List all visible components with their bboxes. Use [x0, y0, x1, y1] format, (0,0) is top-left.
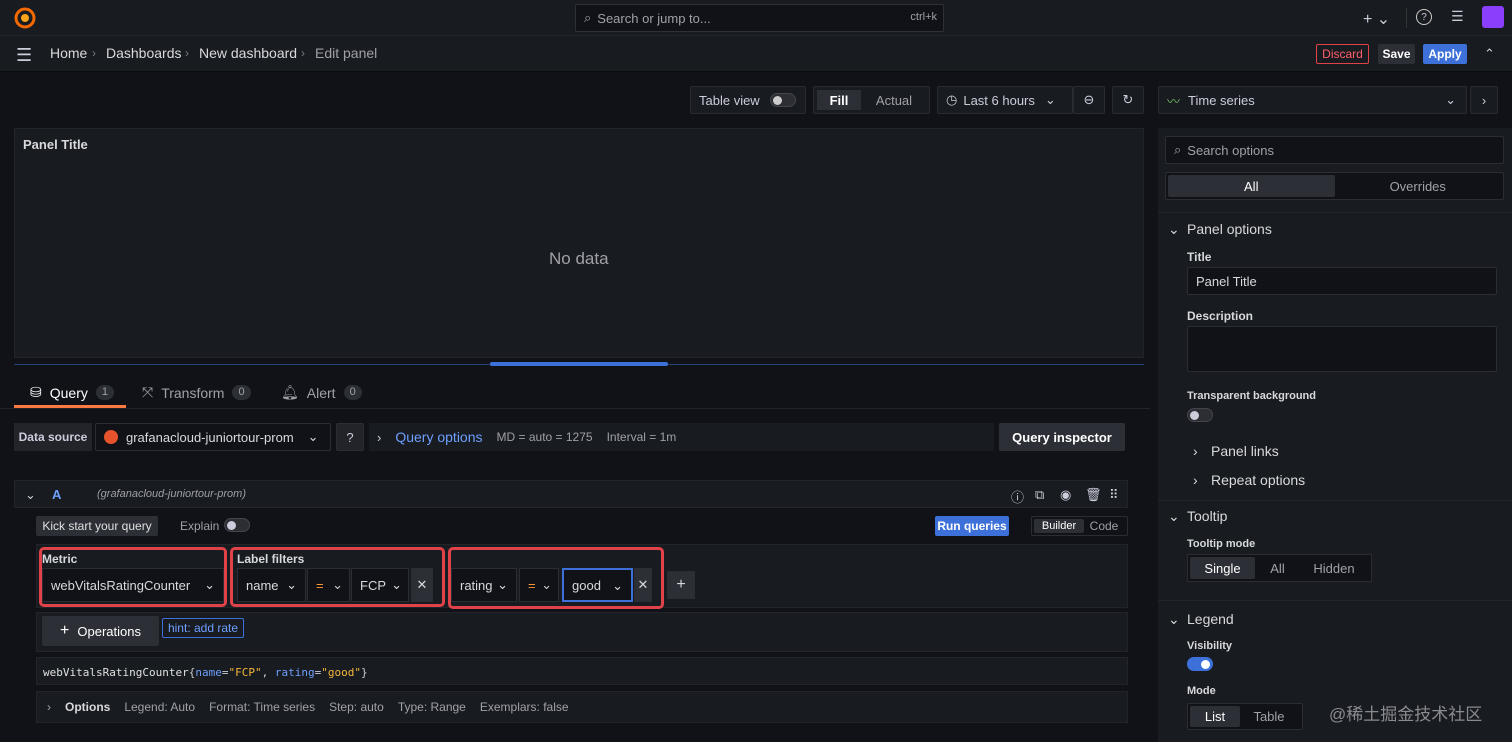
code-option[interactable]: Code: [1084, 519, 1124, 533]
tooltip-header[interactable]: Tooltip: [1187, 508, 1227, 524]
duplicate-icon[interactable]: ⧉: [1035, 487, 1044, 503]
breadcrumb-edit-panel: Edit panel: [315, 45, 378, 61]
datasource-help-icon[interactable]: ?: [336, 423, 364, 451]
clock-icon: ◷: [946, 92, 958, 107]
panel-preview: Panel Title No data: [14, 128, 1144, 358]
datasource-select[interactable]: grafanacloud-juniortour-prom ⌄: [95, 423, 331, 451]
chevron-down-icon[interactable]: ⌄: [25, 487, 36, 503]
single-option[interactable]: Single: [1190, 557, 1255, 579]
zoom-out-icon[interactable]: ⊖: [1073, 86, 1105, 114]
news-icon[interactable]: ☰: [1451, 8, 1464, 25]
search-options-input[interactable]: ⌕ Search options: [1165, 136, 1504, 164]
menu-icon[interactable]: ☰: [16, 45, 32, 66]
breadcrumb-home[interactable]: Home: [50, 45, 87, 61]
time-range-picker[interactable]: ◷ Last 6 hours ⌄: [937, 86, 1073, 114]
transform-icon: ⤧: [142, 384, 154, 400]
table-option[interactable]: Table: [1240, 706, 1298, 727]
query-options-bar[interactable]: › Query options MD = auto = 1275 Interva…: [369, 423, 994, 451]
chevron-down-icon: ⌄: [1445, 92, 1456, 107]
chevron-right-icon: ›: [377, 429, 382, 445]
plus-icon: +: [60, 622, 70, 639]
database-icon: ⛁: [30, 384, 42, 400]
overrides-option[interactable]: Overrides: [1335, 175, 1502, 197]
hint-button[interactable]: hint: add rate: [162, 618, 244, 638]
chevron-down-icon: ⌄: [1168, 611, 1180, 627]
eye-icon[interactable]: ◉: [1060, 487, 1071, 503]
legend-header[interactable]: Legend: [1187, 611, 1234, 627]
description-textarea[interactable]: [1187, 326, 1497, 372]
legend-mode-toggle: List Table: [1187, 703, 1303, 730]
trash-icon[interactable]: 🗑︎: [1085, 487, 1102, 503]
panel-links-header[interactable]: Panel links: [1211, 443, 1279, 459]
explain-toggle[interactable]: [224, 518, 250, 532]
chevron-right-icon: ›: [47, 700, 51, 714]
apply-button[interactable]: Apply: [1423, 44, 1467, 64]
datasource-label: Data source: [14, 423, 92, 451]
all-option[interactable]: All: [1168, 175, 1335, 197]
prometheus-icon: [104, 430, 118, 444]
panel-options-header[interactable]: Panel options: [1187, 221, 1272, 237]
query-options-label[interactable]: Query options: [395, 429, 482, 445]
bell-icon: 🔔︎: [281, 384, 299, 400]
chevron-right-icon[interactable]: ›: [1470, 86, 1498, 114]
fill-actual-toggle: Fill Actual: [813, 86, 930, 114]
breadcrumb-new-dashboard[interactable]: New dashboard: [199, 45, 297, 61]
run-queries-button[interactable]: Run queries: [935, 516, 1009, 536]
no-data-message: No data: [549, 249, 609, 268]
query-inspector-button[interactable]: Query inspector: [999, 423, 1125, 451]
grafana-logo-icon[interactable]: [14, 7, 36, 32]
top-bar: ⌕ Search or jump to... ctrl+k + ⌄ ? ☰: [0, 0, 1512, 36]
help-icon[interactable]: ?: [1416, 9, 1432, 25]
drag-handle-icon[interactable]: ⠿: [1109, 487, 1119, 503]
save-button[interactable]: Save: [1378, 44, 1415, 64]
title-input[interactable]: Panel Title: [1187, 267, 1497, 295]
search-input[interactable]: ⌕ Search or jump to... ctrl+k: [575, 4, 944, 32]
avatar[interactable]: [1482, 6, 1504, 28]
add-filter-icon[interactable]: +: [667, 571, 695, 599]
panel-title: Panel Title: [23, 137, 88, 152]
chevron-right-icon: ›: [1193, 472, 1198, 488]
fill-option[interactable]: Fill: [817, 90, 861, 110]
kickstart-button[interactable]: Kick start your query: [36, 516, 158, 536]
actual-option[interactable]: Actual: [865, 93, 923, 108]
builder-code-toggle: Builder Code: [1031, 516, 1128, 536]
builder-option[interactable]: Builder: [1034, 519, 1084, 533]
chevron-down-icon: ⌄: [1044, 92, 1056, 107]
tab-transform[interactable]: ⤧ Transform 0: [142, 384, 251, 401]
query-row-header: ⌄ A (grafanacloud-juniortour-prom) ⓘ ⧉ ◉…: [14, 480, 1128, 508]
watermark: @稀土掘金技术社区: [1329, 705, 1483, 724]
chevron-down-icon: ⌄: [307, 429, 319, 444]
table-view-toggle[interactable]: Table view: [690, 86, 806, 114]
search-shortcut: ctrl+k: [910, 11, 937, 23]
operations-button[interactable]: + Operations: [42, 616, 159, 646]
time-series-icon: 〰: [1167, 93, 1181, 109]
tooltip-mode-toggle: Single All Hidden: [1187, 554, 1372, 582]
query-options-row[interactable]: › Options Legend: Auto Format: Time serie…: [36, 691, 1128, 723]
refresh-icon[interactable]: ↻: [1112, 86, 1144, 114]
visualization-picker[interactable]: 〰 Time series ⌄: [1158, 86, 1467, 114]
breadcrumb-dashboards[interactable]: Dashboards: [106, 45, 182, 61]
all-option[interactable]: All: [1255, 557, 1300, 579]
add-icon[interactable]: + ⌄: [1363, 9, 1390, 29]
tab-alert[interactable]: 🔔︎ Alert 0: [281, 384, 362, 401]
chevron-up-icon[interactable]: ⌃: [1484, 46, 1495, 62]
chevron-down-icon: ⌄: [1168, 508, 1180, 524]
all-overrides-toggle: All Overrides: [1165, 172, 1504, 200]
help-icon[interactable]: ⓘ: [1011, 487, 1024, 506]
legend-visibility-toggle[interactable]: [1187, 657, 1213, 671]
promql-preview: webVitalsRatingCounter{name="FCP", ratin…: [36, 657, 1128, 685]
tab-query[interactable]: ⛁ Query 1: [30, 384, 114, 401]
hidden-option[interactable]: Hidden: [1300, 557, 1368, 579]
search-icon: ⌕: [584, 10, 592, 25]
discard-button[interactable]: Discard: [1316, 44, 1369, 64]
list-option[interactable]: List: [1190, 706, 1240, 727]
repeat-options-header[interactable]: Repeat options: [1211, 472, 1305, 488]
chevron-right-icon: ›: [1193, 443, 1198, 459]
search-icon: ⌕: [1174, 142, 1182, 157]
resize-handle[interactable]: [490, 362, 668, 366]
query-ref[interactable]: A: [52, 487, 61, 502]
transparent-toggle[interactable]: [1187, 408, 1213, 422]
chevron-down-icon: ⌄: [1168, 221, 1180, 237]
